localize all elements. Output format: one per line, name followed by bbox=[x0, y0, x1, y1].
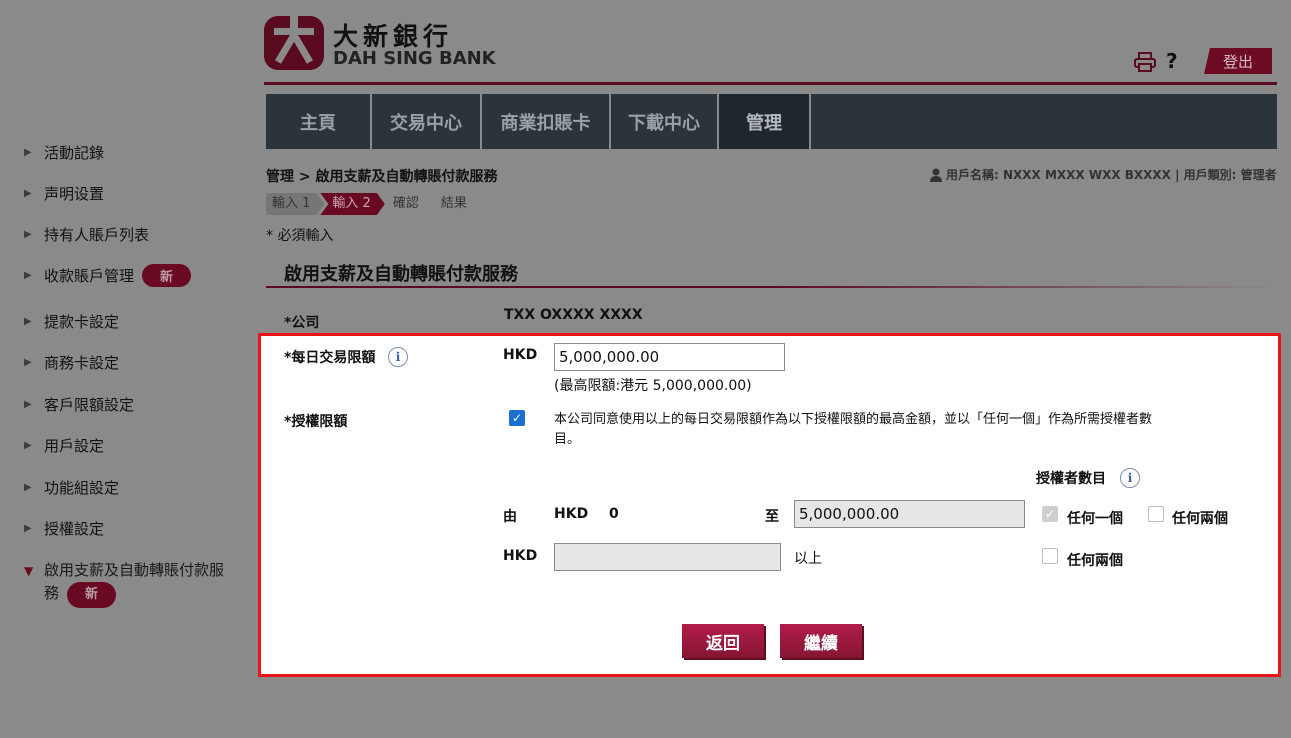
chevron-right-icon: ▶ bbox=[24, 398, 32, 410]
company-label: *公司 bbox=[284, 315, 320, 331]
to-label: 至 bbox=[765, 509, 779, 525]
main-nav: 主頁 交易中心 商業扣賬卡 下載中心 管理 bbox=[266, 94, 1277, 149]
sidebar-item-label: 授權設定 bbox=[44, 519, 105, 538]
above-currency: HKD bbox=[503, 548, 538, 564]
logout-button[interactable]: 登出 bbox=[1204, 48, 1272, 74]
daily-limit-info-icon[interactable]: i bbox=[388, 347, 408, 367]
above-amount-input[interactable] bbox=[554, 543, 781, 571]
section-title: 啟用支薪及自動轉賬付款服務 bbox=[284, 264, 518, 285]
max-limit-note: (最高限額:港元 5,000,000.00) bbox=[554, 378, 752, 394]
nav-tab-1[interactable]: 交易中心 bbox=[372, 94, 482, 149]
nav-tab-4[interactable]: 管理 bbox=[719, 94, 811, 149]
to-amount-input[interactable]: 5,000,000.00 bbox=[794, 500, 1025, 528]
agree-text-line1: 本公司同意使用以上的每日交易限額作為以下授權限額的最高金額，並以「任何一個」作為… bbox=[554, 412, 1153, 427]
required-note: * 必須輸入 bbox=[266, 228, 334, 244]
sidebar-item-1[interactable]: ▶ 声明设置 bbox=[24, 182, 104, 204]
sidebar-item-8[interactable]: ▶ 功能組設定 bbox=[24, 476, 119, 498]
user-icon bbox=[930, 168, 942, 182]
sidebar-item-7[interactable]: ▶ 用戶設定 bbox=[24, 434, 104, 456]
nav-tab-3[interactable]: 下載中心 bbox=[611, 94, 719, 149]
sidebar-item-4[interactable]: ▶ 提款卡設定 bbox=[24, 310, 119, 332]
sidebar-item-label: 收款賬戶管理 bbox=[44, 266, 135, 285]
sidebar-item-9[interactable]: ▶ 授權設定 bbox=[24, 517, 104, 539]
chevron-down-icon: ▼ bbox=[24, 564, 34, 578]
sidebar-item-label: 商務卡設定 bbox=[44, 353, 120, 372]
from-currency: HKD bbox=[554, 506, 589, 522]
sidebar-item-label: 功能組設定 bbox=[44, 478, 120, 497]
chevron-right-icon: ▶ bbox=[24, 228, 32, 240]
limit-settings-panel bbox=[258, 333, 1281, 677]
section-divider bbox=[266, 286, 1277, 288]
agree-text: 本公司同意使用以上的每日交易限額作為以下授權限額的最高金額，並以「任何一個」作為… bbox=[554, 410, 1274, 450]
chevron-right-icon: ▶ bbox=[24, 146, 32, 158]
print-icon[interactable] bbox=[1134, 52, 1156, 72]
approvers-label: 授權者數目 bbox=[1036, 471, 1106, 487]
from-label: 由 bbox=[503, 509, 517, 525]
step-indicator: 輸入 1 輸入 2 確認 結果 bbox=[266, 193, 477, 215]
header-divider bbox=[264, 82, 1277, 85]
sidebar-item-label-cont: 務 bbox=[44, 584, 60, 602]
agree-text-line2: 目。 bbox=[554, 432, 581, 447]
tier1-any-two-checkbox[interactable] bbox=[1148, 506, 1164, 522]
sidebar-item-label: 提款卡設定 bbox=[44, 312, 120, 331]
sidebar-item-label: 声明设置 bbox=[44, 184, 105, 203]
new-badge: 新 bbox=[142, 263, 192, 287]
daily-limit-currency: HKD bbox=[503, 347, 538, 363]
chevron-right-icon: ▶ bbox=[24, 356, 32, 368]
breadcrumb: 管理 > 啟用支薪及自動轉賬付款服務 bbox=[266, 169, 498, 185]
daily-limit-input[interactable]: 5,000,000.00 bbox=[554, 343, 785, 371]
tier1-any-one-label: 任何一個 bbox=[1067, 511, 1123, 527]
sidebar-item-0[interactable]: ▶ 活動記錄 bbox=[24, 141, 104, 163]
sidebar-item-label: 持有人賬戶列表 bbox=[44, 225, 150, 244]
step-confirm: 確認 bbox=[381, 193, 433, 215]
tier1-any-two-label: 任何兩個 bbox=[1172, 511, 1228, 527]
step-result: 結果 bbox=[429, 193, 481, 215]
tier2-any-two-checkbox[interactable] bbox=[1042, 548, 1058, 564]
sidebar-item-label: 用戶設定 bbox=[44, 436, 105, 455]
sidebar-item-2[interactable]: ▶ 持有人賬戶列表 bbox=[24, 223, 149, 245]
chevron-right-icon: ▶ bbox=[24, 522, 32, 534]
nav-tab-0[interactable]: 主頁 bbox=[266, 94, 372, 149]
above-label: 以上 bbox=[794, 551, 822, 567]
help-icon[interactable]: ? bbox=[1166, 49, 1178, 73]
sidebar-item-label: 活動記錄 bbox=[44, 143, 105, 162]
daily-limit-label: *每日交易限額 bbox=[284, 350, 376, 366]
user-info: 用戶名稱: NXXX MXXX WXX BXXXX | 用戶類別: 管理者 bbox=[930, 166, 1277, 183]
continue-button[interactable]: 繼續 bbox=[780, 624, 862, 658]
nav-tab-2[interactable]: 商業扣賬卡 bbox=[482, 94, 611, 149]
sidebar-item-5[interactable]: ▶ 商務卡設定 bbox=[24, 351, 119, 373]
bank-name-en: DAH SING BANK bbox=[333, 48, 496, 69]
chevron-right-icon: ▶ bbox=[24, 481, 32, 493]
tier1-any-one-checkbox[interactable]: ✓ bbox=[1042, 506, 1058, 522]
sidebar-item-6[interactable]: ▶ 客戶限額設定 bbox=[24, 393, 134, 415]
step-input-2: 輸入 2 bbox=[320, 193, 384, 215]
chevron-right-icon: ▶ bbox=[24, 439, 32, 451]
auth-limit-label: *授權限額 bbox=[284, 414, 348, 430]
sidebar-item-label: 啟用支薪及自動轉賬付款服 bbox=[44, 561, 225, 579]
chevron-right-icon: ▶ bbox=[24, 187, 32, 199]
back-button[interactable]: 返回 bbox=[682, 624, 764, 658]
sidebar-item-3[interactable]: ▶ 收款賬戶管理新 bbox=[24, 263, 192, 287]
chevron-right-icon: ▶ bbox=[24, 315, 32, 327]
bank-logo-icon bbox=[264, 16, 324, 70]
agree-checkbox[interactable]: ✓ bbox=[509, 410, 525, 426]
step-input-1: 輸入 1 bbox=[266, 193, 324, 215]
tier2-any-two-label: 任何兩個 bbox=[1067, 553, 1123, 569]
sidebar-item-payroll[interactable]: ▼ 啟用支薪及自動轉賬付款服務新 bbox=[24, 559, 224, 608]
from-value: 0 bbox=[609, 506, 619, 522]
sidebar-item-label: 客戶限額設定 bbox=[44, 395, 135, 414]
approvers-info-icon[interactable]: i bbox=[1120, 468, 1140, 488]
company-value: TXX OXXXX XXXX bbox=[504, 307, 643, 323]
new-badge: 新 bbox=[67, 582, 117, 608]
chevron-right-icon: ▶ bbox=[24, 269, 32, 281]
user-info-text: 用戶名稱: NXXX MXXX WXX BXXXX | 用戶類別: 管理者 bbox=[946, 168, 1277, 182]
